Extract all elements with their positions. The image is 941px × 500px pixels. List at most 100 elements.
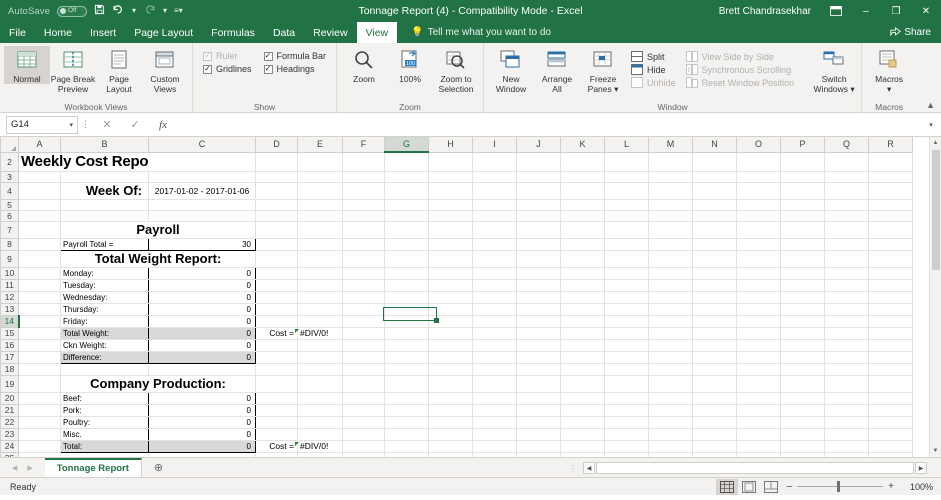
redo-dropdown-icon[interactable]: ▾ xyxy=(163,7,167,15)
cell-L14[interactable] xyxy=(605,315,649,327)
cell-M2[interactable] xyxy=(649,152,693,171)
column-header-P[interactable]: P xyxy=(781,137,825,152)
cell-B5[interactable] xyxy=(61,199,149,210)
customize-qat-icon[interactable]: ≡▾ xyxy=(174,7,183,15)
cell-Q21[interactable] xyxy=(825,404,869,416)
cell-D2[interactable] xyxy=(256,152,298,171)
cell-H3[interactable] xyxy=(429,171,473,182)
column-header-E[interactable]: E xyxy=(298,137,343,152)
cell-F4[interactable] xyxy=(343,182,385,199)
scroll-right-icon[interactable]: ▶ xyxy=(915,462,927,474)
cell-N3[interactable] xyxy=(693,171,737,182)
minimize-button[interactable]: – xyxy=(851,0,881,22)
cell-E11[interactable] xyxy=(298,279,343,291)
cell-R5[interactable] xyxy=(869,199,913,210)
cell-E6[interactable] xyxy=(298,210,343,221)
cell-E12[interactable] xyxy=(298,291,343,303)
sheet-nav-arrows[interactable]: ◀ ▶ xyxy=(0,458,45,477)
column-header-B[interactable]: B xyxy=(61,137,149,152)
arrange-all-button[interactable]: Arrange All xyxy=(534,46,580,95)
cell-G25[interactable] xyxy=(385,452,429,457)
cell-D5[interactable] xyxy=(256,199,298,210)
cell-B17[interactable]: Difference: xyxy=(61,351,149,363)
vertical-scrollbar[interactable]: ▲ ▼ xyxy=(929,137,941,457)
row-header-9[interactable]: 9 xyxy=(1,250,19,267)
cell-G23[interactable] xyxy=(385,428,429,440)
cell-R19[interactable] xyxy=(869,375,913,392)
cell-R10[interactable] xyxy=(869,267,913,279)
cell-G7[interactable] xyxy=(385,221,429,238)
row-header-14[interactable]: 14 xyxy=(1,315,19,327)
cell-H6[interactable] xyxy=(429,210,473,221)
cell-Q11[interactable] xyxy=(825,279,869,291)
cell-L4[interactable] xyxy=(605,182,649,199)
cell-J3[interactable] xyxy=(517,171,561,182)
cell-L7[interactable] xyxy=(605,221,649,238)
cell-P7[interactable] xyxy=(781,221,825,238)
cell-I9[interactable] xyxy=(473,250,517,267)
cell-C24[interactable]: 0 xyxy=(149,440,256,452)
cell-K6[interactable] xyxy=(561,210,605,221)
cell-H18[interactable] xyxy=(429,363,473,375)
cell-A25[interactable] xyxy=(19,452,61,457)
column-header-C[interactable]: C xyxy=(149,137,256,152)
cell-L22[interactable] xyxy=(605,416,649,428)
tab-insert[interactable]: Insert xyxy=(81,22,125,43)
cell-C10[interactable]: 0 xyxy=(149,267,256,279)
cell-I4[interactable] xyxy=(473,182,517,199)
cell-P25[interactable] xyxy=(781,452,825,457)
cell-R9[interactable] xyxy=(869,250,913,267)
cell-H7[interactable] xyxy=(429,221,473,238)
cell-F24[interactable] xyxy=(343,440,385,452)
cell-N14[interactable] xyxy=(693,315,737,327)
cell-D19[interactable] xyxy=(256,375,298,392)
row-header-13[interactable]: 13 xyxy=(1,303,19,315)
cell-N24[interactable] xyxy=(693,440,737,452)
cell-C11[interactable]: 0 xyxy=(149,279,256,291)
cell-A22[interactable] xyxy=(19,416,61,428)
cell-B12[interactable]: Wednesday: xyxy=(61,291,149,303)
cell-R13[interactable] xyxy=(869,303,913,315)
cell-F13[interactable] xyxy=(343,303,385,315)
undo-dropdown-icon[interactable]: ▾ xyxy=(132,7,136,15)
cell-R11[interactable] xyxy=(869,279,913,291)
cell-E4[interactable] xyxy=(298,182,343,199)
cell-K4[interactable] xyxy=(561,182,605,199)
cell-I6[interactable] xyxy=(473,210,517,221)
cell-B8[interactable]: Payroll Total = xyxy=(61,238,149,250)
cell-I25[interactable] xyxy=(473,452,517,457)
cell-Q7[interactable] xyxy=(825,221,869,238)
cell-G21[interactable] xyxy=(385,404,429,416)
cell-J15[interactable] xyxy=(517,327,561,339)
cell-N10[interactable] xyxy=(693,267,737,279)
cell-N22[interactable] xyxy=(693,416,737,428)
cell-F22[interactable] xyxy=(343,416,385,428)
cell-J10[interactable] xyxy=(517,267,561,279)
cell-Q25[interactable] xyxy=(825,452,869,457)
zoom-to-selection-button[interactable]: Zoom to Selection xyxy=(433,46,479,95)
tab-page-layout[interactable]: Page Layout xyxy=(125,22,202,43)
cell-B18[interactable] xyxy=(61,363,149,375)
cell-B9[interactable]: Total Weight Report: xyxy=(61,250,256,267)
cell-G19[interactable] xyxy=(385,375,429,392)
row-header-25[interactable]: 25 xyxy=(1,452,19,457)
cell-P3[interactable] xyxy=(781,171,825,182)
cell-Q4[interactable] xyxy=(825,182,869,199)
cell-O21[interactable] xyxy=(737,404,781,416)
cell-G10[interactable] xyxy=(385,267,429,279)
cell-M18[interactable] xyxy=(649,363,693,375)
cell-B14[interactable]: Friday: xyxy=(61,315,149,327)
cell-O10[interactable] xyxy=(737,267,781,279)
cell-E8[interactable] xyxy=(298,238,343,250)
name-box[interactable]: G14 ▾ xyxy=(6,116,78,134)
cell-J11[interactable] xyxy=(517,279,561,291)
cell-D23[interactable] xyxy=(256,428,298,440)
cell-R21[interactable] xyxy=(869,404,913,416)
cell-C18[interactable] xyxy=(149,363,256,375)
cell-O4[interactable] xyxy=(737,182,781,199)
cell-R20[interactable] xyxy=(869,392,913,404)
cell-K11[interactable] xyxy=(561,279,605,291)
cell-K13[interactable] xyxy=(561,303,605,315)
cell-A3[interactable] xyxy=(19,171,61,182)
cell-A9[interactable] xyxy=(19,250,61,267)
